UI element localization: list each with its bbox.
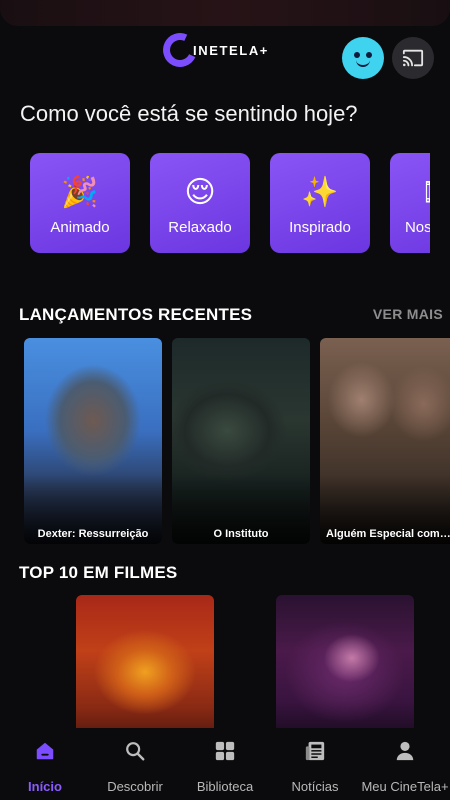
- bottom-navigation: Início Descobrir Biblioteca Notícias Meu…: [0, 728, 450, 800]
- avatar-eye-left: [354, 52, 360, 58]
- cast-button[interactable]: [392, 37, 434, 79]
- nav-label: Meu CineTela+: [361, 779, 449, 794]
- poster-title: Alguém Especial como...: [326, 528, 450, 540]
- recent-releases-title: LANÇAMENTOS RECENTES: [19, 305, 253, 324]
- top-edge-decoration: [0, 0, 450, 26]
- nav-item-meu-cinetela[interactable]: Meu CineTela+: [360, 728, 450, 800]
- mood-card-label: Inspirado: [289, 219, 351, 236]
- poster-card[interactable]: Dexter: Ressurreição: [24, 338, 162, 544]
- avatar-eye-right: [366, 52, 372, 58]
- home-icon: [34, 740, 56, 762]
- film-frames-icon: 🎞: [421, 177, 430, 211]
- news-icon: [304, 740, 326, 762]
- mood-card-relaxado[interactable]: 😌 Relaxado: [150, 153, 250, 253]
- avatar-mouth: [356, 60, 370, 67]
- user-icon: [394, 740, 416, 762]
- nav-label: Notícias: [291, 779, 339, 794]
- app-logo: INETELA+: [158, 28, 270, 72]
- nav-item-descobrir[interactable]: Descobrir: [90, 728, 180, 800]
- mood-card-label: Nostálgico: [404, 219, 430, 236]
- nav-label: Biblioteca: [196, 779, 254, 794]
- cast-icon: [402, 49, 424, 67]
- profile-avatar[interactable]: [342, 37, 384, 79]
- mood-question-title: Como você está se sentindo hoje?: [20, 101, 358, 126]
- mood-card-label: Relaxado: [168, 219, 232, 236]
- relieved-face-icon: 😌: [184, 176, 216, 209]
- mood-card-animado[interactable]: 🎉 Animado: [30, 153, 130, 253]
- logo-text: INETELA+: [193, 42, 270, 58]
- mood-card-label: Animado: [50, 219, 110, 236]
- nav-item-noticias[interactable]: Notícias: [270, 728, 360, 800]
- nav-item-biblioteca[interactable]: Biblioteca: [180, 728, 270, 800]
- party-popper-icon: 🎉: [61, 176, 99, 209]
- mood-card-nostalgico[interactable]: 🎞 Nostálgico: [390, 153, 430, 253]
- poster-title: Dexter: Ressurreição: [37, 528, 149, 540]
- mood-carousel: 🎉 Animado 😌 Relaxado ✨ Inspirado 🎞 Nostá…: [30, 153, 430, 253]
- nav-item-inicio[interactable]: Início: [0, 728, 90, 800]
- search-icon: [124, 740, 146, 762]
- top10-poster[interactable]: [276, 595, 414, 735]
- grid-icon: [214, 740, 236, 762]
- poster-title: O Instituto: [213, 528, 269, 540]
- nav-label: Descobrir: [107, 779, 163, 794]
- logo-c-mark: [158, 28, 202, 72]
- nav-label: Início: [28, 779, 62, 794]
- poster-card[interactable]: O Instituto: [172, 338, 310, 544]
- sparkles-icon: ✨: [301, 176, 339, 209]
- mood-card-inspirado[interactable]: ✨ Inspirado: [270, 153, 370, 253]
- poster-card[interactable]: Alguém Especial como...: [320, 338, 450, 544]
- top10-title: TOP 10 EM FILMES: [19, 563, 178, 582]
- app-screen: INETELA+ Como você está se sentindo hoje…: [0, 0, 450, 800]
- top10-poster[interactable]: [76, 595, 214, 735]
- see-more-link[interactable]: VER MAIS: [373, 306, 443, 322]
